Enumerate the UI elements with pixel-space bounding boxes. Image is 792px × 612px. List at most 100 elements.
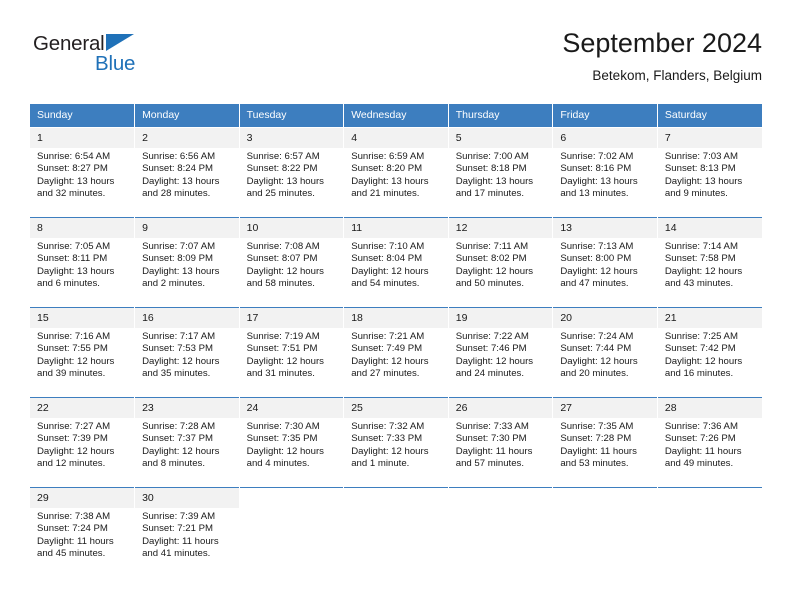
weekday-header-sunday: Sunday (30, 104, 136, 128)
daylight-line-2: and 35 minutes. (142, 368, 211, 380)
day-cell[interactable]: 5 Sunrise: 7:00 AM Sunset: 8:18 PM Dayli… (448, 127, 554, 218)
day-cell[interactable]: 13 Sunrise: 7:13 AM Sunset: 8:00 PM Dayl… (552, 217, 658, 308)
day-number: 4 (344, 128, 448, 148)
daylight-line-1: Daylight: 11 hours (142, 535, 219, 547)
daylight-line-2: and 43 minutes. (664, 278, 734, 290)
sunrise-line: Sunrise: 7:17 AM (142, 331, 216, 342)
sunset-line: Sunset: 7:51 PM (246, 343, 318, 355)
triangle-flag-icon (106, 34, 134, 51)
daylight-line-2: and 1 minute. (351, 458, 410, 470)
sunrise-line: Sunrise: 7:00 AM (455, 151, 529, 162)
day-cell[interactable]: 15 Sunrise: 7:16 AM Sunset: 7:55 PM Dayl… (30, 307, 136, 398)
day-cell[interactable]: 29 Sunrise: 7:38 AM Sunset: 7:24 PM Dayl… (30, 487, 136, 577)
day-number: 15 (30, 308, 135, 328)
day-number: 5 (448, 128, 553, 148)
day-cell[interactable]: 2 Sunrise: 6:56 AM Sunset: 8:24 PM Dayli… (134, 127, 240, 218)
day-cell[interactable]: 1 Sunrise: 6:54 AM Sunset: 8:27 PM Dayli… (30, 127, 136, 218)
general-blue-logo[interactable]: General Blue (33, 32, 253, 92)
day-cell[interactable]: 12 Sunrise: 7:11 AM Sunset: 8:02 PM Dayl… (448, 217, 554, 308)
day-cell[interactable]: 14 Sunrise: 7:14 AM Sunset: 7:58 PM Dayl… (657, 217, 762, 308)
sunrise-line: Sunrise: 7:02 AM (560, 151, 634, 162)
daylight-line-2: and 6 minutes. (37, 278, 100, 290)
sunset-line: Sunset: 8:00 PM (560, 253, 632, 265)
sunset-line: Sunset: 7:42 PM (664, 343, 736, 355)
day-cell[interactable]: 28 Sunrise: 7:36 AM Sunset: 7:26 PM Dayl… (657, 397, 762, 488)
day-cell[interactable]: 24 Sunrise: 7:30 AM Sunset: 7:35 PM Dayl… (239, 397, 345, 488)
sunset-line: Sunset: 8:24 PM (142, 163, 213, 175)
day-cell[interactable]: 9 Sunrise: 7:07 AM Sunset: 8:09 PM Dayli… (134, 217, 240, 308)
sunset-line: Sunset: 7:33 PM (351, 433, 423, 445)
page-title: September 2024 (562, 28, 762, 58)
day-details: Sunrise: 7:10 AM Sunset: 8:04 PM Dayligh… (344, 238, 448, 291)
daylight-line-1: Daylight: 11 hours (560, 445, 637, 457)
day-cell[interactable]: 6 Sunrise: 7:02 AM Sunset: 8:16 PM Dayli… (552, 127, 658, 218)
day-number (448, 488, 553, 508)
day-cell[interactable]: 22 Sunrise: 7:27 AM Sunset: 7:39 PM Dayl… (30, 397, 136, 488)
day-number: 30 (135, 488, 239, 508)
day-number: 28 (657, 398, 762, 418)
day-cell-empty (239, 487, 345, 577)
day-cell[interactable]: 23 Sunrise: 7:28 AM Sunset: 7:37 PM Dayl… (134, 397, 240, 488)
day-cell[interactable]: 25 Sunrise: 7:32 AM Sunset: 7:33 PM Dayl… (343, 397, 449, 488)
sunrise-line: Sunrise: 7:24 AM (560, 331, 634, 342)
calendar-page: General Blue September 2024 Betekom, Fla… (0, 0, 792, 612)
sunset-line: Sunset: 7:44 PM (560, 343, 632, 355)
day-number: 9 (135, 218, 239, 238)
day-cell[interactable]: 7 Sunrise: 7:03 AM Sunset: 8:13 PM Dayli… (657, 127, 762, 218)
day-cell[interactable]: 21 Sunrise: 7:25 AM Sunset: 7:42 PM Dayl… (657, 307, 762, 398)
sunrise-line: Sunrise: 7:05 AM (37, 241, 111, 252)
day-cell-empty (552, 487, 658, 577)
sunrise-line: Sunrise: 7:36 AM (664, 421, 738, 432)
daylight-line-2: and 25 minutes. (246, 188, 315, 200)
day-cell[interactable]: 30 Sunrise: 7:39 AM Sunset: 7:21 PM Dayl… (134, 487, 240, 577)
daylight-line-1: Daylight: 12 hours (664, 355, 743, 367)
day-cell[interactable]: 10 Sunrise: 7:08 AM Sunset: 8:07 PM Dayl… (239, 217, 345, 308)
sunset-line: Sunset: 7:58 PM (664, 253, 736, 265)
weekday-header-saturday: Saturday (657, 104, 762, 128)
daylight-line-1: Daylight: 12 hours (455, 265, 534, 277)
daylight-line-1: Daylight: 11 hours (455, 445, 533, 457)
sunset-line: Sunset: 7:39 PM (37, 433, 108, 445)
day-cell[interactable]: 26 Sunrise: 7:33 AM Sunset: 7:30 PM Dayl… (448, 397, 554, 488)
sunrise-line: Sunrise: 6:57 AM (246, 151, 320, 162)
day-number: 16 (135, 308, 239, 328)
day-cell[interactable]: 3 Sunrise: 6:57 AM Sunset: 8:22 PM Dayli… (239, 127, 345, 218)
sunrise-line: Sunrise: 7:03 AM (664, 151, 738, 162)
weekday-header-thursday: Thursday (448, 104, 554, 128)
daylight-line-2: and 54 minutes. (351, 278, 420, 290)
daylight-line-1: Daylight: 11 hours (664, 445, 742, 457)
daylight-line-2: and 32 minutes. (37, 188, 106, 200)
day-cell[interactable]: 4 Sunrise: 6:59 AM Sunset: 8:20 PM Dayli… (343, 127, 449, 218)
sunset-line: Sunset: 8:07 PM (246, 253, 318, 265)
day-cell[interactable]: 16 Sunrise: 7:17 AM Sunset: 7:53 PM Dayl… (134, 307, 240, 398)
day-details: Sunrise: 7:30 AM Sunset: 7:35 PM Dayligh… (240, 418, 344, 471)
daylight-line-1: Daylight: 13 hours (560, 175, 638, 187)
calendar-table: Sunday Monday Tuesday Wednesday Thursday… (30, 104, 762, 577)
daylight-line-1: Daylight: 11 hours (37, 535, 114, 547)
day-details: Sunrise: 7:03 AM Sunset: 8:13 PM Dayligh… (658, 148, 762, 201)
daylight-line-2: and 28 minutes. (142, 188, 211, 200)
week-row: 8 Sunrise: 7:05 AM Sunset: 8:11 PM Dayli… (30, 217, 762, 308)
day-number: 8 (30, 218, 135, 238)
sunrise-line: Sunrise: 7:10 AM (351, 241, 425, 252)
day-details: Sunrise: 7:28 AM Sunset: 7:37 PM Dayligh… (135, 418, 239, 471)
day-cell[interactable]: 17 Sunrise: 7:19 AM Sunset: 7:51 PM Dayl… (239, 307, 345, 398)
day-number: 6 (553, 128, 657, 148)
week-row: 29 Sunrise: 7:38 AM Sunset: 7:24 PM Dayl… (30, 487, 762, 577)
day-cell[interactable]: 20 Sunrise: 7:24 AM Sunset: 7:44 PM Dayl… (552, 307, 658, 398)
daylight-line-2: and 8 minutes. (142, 458, 205, 470)
logo-text-general: General (33, 32, 105, 55)
day-cell[interactable]: 19 Sunrise: 7:22 AM Sunset: 7:46 PM Dayl… (448, 307, 554, 398)
sunset-line: Sunset: 8:20 PM (351, 163, 423, 175)
day-cell[interactable]: 27 Sunrise: 7:35 AM Sunset: 7:28 PM Dayl… (552, 397, 658, 488)
daylight-line-1: Daylight: 12 hours (351, 445, 429, 457)
daylight-line-2: and 20 minutes. (560, 368, 629, 380)
daylight-line-1: Daylight: 13 hours (246, 175, 324, 187)
day-cell[interactable]: 11 Sunrise: 7:10 AM Sunset: 8:04 PM Dayl… (343, 217, 449, 308)
day-cell[interactable]: 18 Sunrise: 7:21 AM Sunset: 7:49 PM Dayl… (343, 307, 449, 398)
day-details: Sunrise: 6:59 AM Sunset: 8:20 PM Dayligh… (344, 148, 448, 201)
day-cell[interactable]: 8 Sunrise: 7:05 AM Sunset: 8:11 PM Dayli… (30, 217, 136, 308)
daylight-line-1: Daylight: 13 hours (37, 175, 115, 187)
daylight-line-2: and 13 minutes. (560, 188, 629, 200)
daylight-line-1: Daylight: 12 hours (246, 355, 324, 367)
